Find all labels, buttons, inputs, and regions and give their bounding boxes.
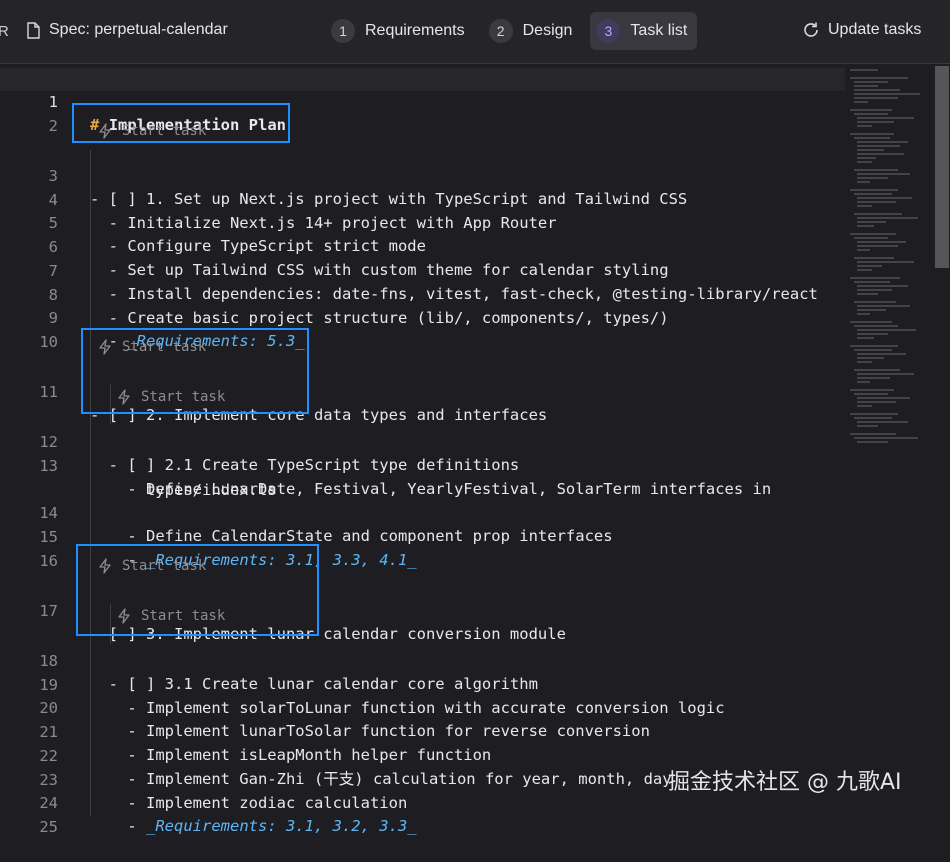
code-line: 3 - [ ] 1. Set up Next.js project with T… [0, 142, 845, 208]
tab-design[interactable]: 2 Design [483, 12, 583, 50]
line-number: 10 [39, 333, 58, 351]
code-line: 9 - _Requirements: 5.3_ [0, 284, 845, 350]
highlight-box [81, 328, 309, 414]
spec-title: Spec: perpetual-calendar [26, 21, 228, 39]
step-number: 1 [331, 19, 355, 43]
tab-label: Design [522, 22, 573, 39]
tab-label: Task list [630, 22, 688, 39]
document-icon [27, 21, 40, 39]
code-line: 4 - Initialize Next.js 14+ project with … [0, 166, 845, 232]
refresh-icon [804, 22, 818, 37]
line-number: 2 [48, 117, 58, 135]
requirements-line: - _Requirements: 3.1, 3.2, 3.3_ [90, 815, 417, 838]
tab-requirements[interactable]: 1 Requirements [325, 12, 475, 50]
update-tasks-label: Update tasks [828, 21, 922, 38]
spec-header-bar: R Spec: perpetual-calendar 1 Requirement… [0, 0, 950, 64]
spec-steps: 1 Requirements 2 Design 3 Task list [325, 12, 705, 50]
code-line: 22 - Implement Gan-Zhi (干支) calculation … [0, 722, 845, 788]
code-line: 6 - Set up Tailwind CSS with custom them… [0, 213, 845, 279]
markdown-editor[interactable]: 1 # Implementation Plan 2 Start task 3 -… [0, 64, 950, 836]
code-line: 20 - Implement lunarToSolar function for… [0, 674, 845, 740]
line-number: 25 [39, 818, 58, 836]
code-line: 21 - Implement isLeapMonth helper functi… [0, 698, 845, 764]
spec-title-text: Spec: perpetual-calendar [49, 21, 228, 38]
line-number: 17 [39, 602, 58, 620]
highlight-box [76, 544, 319, 636]
code-line: 5 - Configure TypeScript strict mode [0, 189, 845, 255]
code-line-wrap: types/index.ts [0, 456, 845, 499]
code-line: 15 - _Requirements: 3.1, 3.3, 4.1_ [0, 503, 845, 569]
watermark: 掘金技术社区 @ 九歌AI [668, 770, 902, 795]
line-number: 16 [39, 552, 58, 570]
code-line: 1 # Implementation Plan [0, 68, 845, 134]
requirements-ref: _Requirements: 3.1, 3.2, 3.3_ [146, 817, 417, 835]
code-line: 7 - Install dependencies: date-fns, vite… [0, 237, 845, 303]
code-line: 25 [0, 793, 845, 836]
code-line: 19 - Implement solarToLunar function wit… [0, 651, 845, 717]
step-number: 2 [488, 19, 513, 43]
truncated-label: R [0, 23, 9, 40]
highlight-box [72, 103, 290, 143]
step-number: 3 [596, 19, 621, 43]
list-marker: - [90, 817, 146, 835]
vertical-scrollbar[interactable] [935, 66, 949, 268]
tab-task-list[interactable]: 3 Task list [590, 12, 698, 50]
line-number: 11 [39, 383, 58, 401]
code-line: 14 - Define CalendarState and component … [0, 479, 845, 545]
code-line: 13 - Define LunarDate, Festival, YearlyF… [0, 432, 845, 498]
code-line: 8 - Create basic project structure (lib/… [0, 261, 845, 327]
tab-label: Requirements [365, 22, 465, 39]
update-tasks-button[interactable]: Update tasks [802, 21, 921, 39]
minimap[interactable] [848, 66, 930, 448]
